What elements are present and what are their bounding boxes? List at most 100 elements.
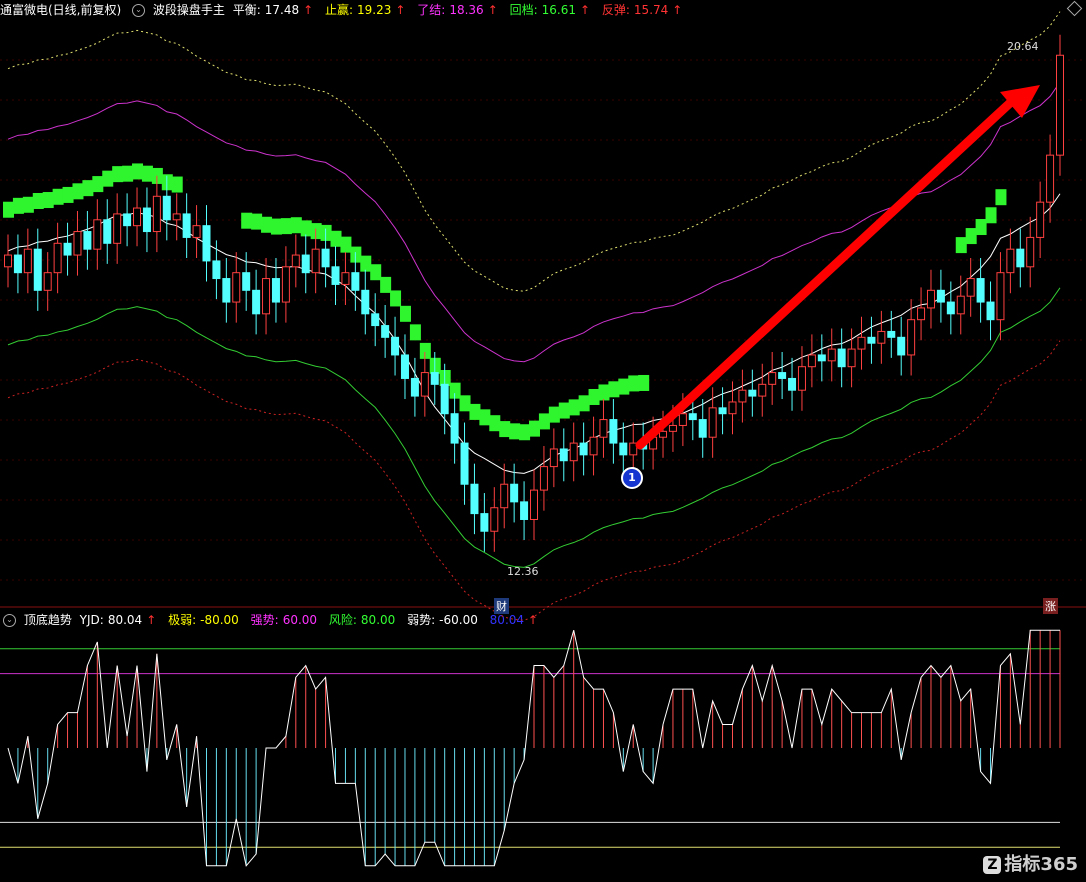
low-price-label: 12.36: [507, 565, 539, 578]
candle-body: [510, 483, 519, 503]
candle-body: [43, 272, 52, 291]
green-band-step: [300, 220, 312, 237]
band-upper-yellow: [7, 11, 1061, 292]
candle-body: [63, 242, 72, 256]
candle-body: [351, 272, 360, 291]
candle-body: [152, 195, 161, 233]
green-band-step: [985, 207, 997, 224]
green-band-step: [608, 381, 620, 398]
watermark-logo-icon: Z: [983, 856, 1002, 874]
candle-body: [1016, 248, 1025, 268]
green-band-step: [3, 201, 14, 218]
candle-body: [797, 366, 806, 391]
candle-body: [539, 466, 548, 491]
candle-body: [897, 336, 906, 356]
green-band-step: [280, 218, 292, 235]
green-band-step: [638, 374, 650, 391]
candle-body: [530, 489, 538, 520]
candle-body: [877, 330, 886, 344]
candle-body: [728, 401, 737, 415]
candle-body: [13, 254, 22, 274]
green-band-step: [360, 255, 372, 272]
candle-body: [857, 336, 866, 350]
green-band-step: [12, 197, 24, 214]
green-band-step: [290, 217, 302, 234]
candle-body: [678, 413, 687, 426]
green-band-step: [628, 375, 640, 392]
candle-body: [698, 419, 707, 438]
event-tag-rise[interactable]: 涨: [1043, 598, 1058, 614]
candle-body: [748, 389, 757, 397]
green-band-step: [618, 378, 630, 395]
candle-body: [480, 513, 489, 532]
green-band-step: [598, 384, 610, 401]
candle-body: [609, 419, 618, 444]
candle-body: [1056, 54, 1064, 156]
green-band-step: [588, 388, 600, 405]
candle-body: [202, 225, 211, 262]
candle-body: [936, 289, 945, 303]
green-band-step: [469, 403, 481, 420]
candle-body: [758, 383, 767, 397]
candle-body: [162, 195, 171, 221]
green-band-step: [499, 421, 511, 438]
band-upper-magenta: [7, 81, 1061, 363]
candle-body: [490, 507, 499, 532]
green-band-step: [171, 176, 183, 193]
candle-body: [83, 231, 92, 250]
candle-body: [341, 272, 350, 285]
candle-body: [688, 413, 697, 421]
candle-body: [986, 301, 995, 321]
candle-body: [23, 248, 32, 274]
candle-body: [996, 272, 1005, 321]
green-band-step: [519, 424, 531, 441]
candle-body: [311, 248, 320, 274]
event-tag-finance[interactable]: 财: [494, 598, 509, 614]
candle-body: [599, 419, 608, 438]
candle-body: [956, 295, 965, 315]
candle-body: [281, 266, 290, 303]
candle-body: [520, 501, 529, 520]
candle-body: [738, 389, 747, 403]
candle-body: [659, 430, 668, 438]
green-band-step: [32, 192, 44, 209]
candle-body: [887, 330, 896, 338]
green-band-step: [538, 413, 550, 430]
green-band-step: [568, 399, 580, 416]
candle-body: [381, 325, 390, 338]
green-band-step: [459, 395, 471, 412]
candle-body: [172, 213, 181, 221]
candle-body: [361, 289, 370, 315]
candle-body: [1006, 248, 1015, 274]
chart-canvas[interactable]: [0, 0, 1086, 882]
watermark: Z 指标365: [983, 850, 1078, 876]
candle-body: [321, 248, 330, 268]
candle-body: [569, 442, 578, 462]
candle-body: [847, 348, 856, 368]
green-band-step: [370, 264, 382, 281]
green-band-step: [529, 420, 540, 437]
candle-body: [53, 242, 62, 274]
candle-body: [113, 213, 122, 244]
candle-body: [917, 307, 926, 321]
candle-body: [103, 219, 112, 244]
candle-body: [242, 272, 251, 291]
green-band-step: [112, 166, 124, 183]
marker-1[interactable]: 1: [621, 467, 643, 489]
candle-body: [559, 448, 568, 462]
candle-body: [271, 278, 280, 303]
candle-body: [262, 278, 271, 315]
candle-body: [1036, 201, 1045, 238]
candle-body: [192, 225, 201, 238]
candle-body: [470, 483, 479, 515]
trend-arrow-shaft: [635, 98, 1015, 450]
green-band-step: [22, 196, 34, 213]
green-band-step: [390, 290, 402, 307]
candle-body: [331, 266, 340, 285]
green-band-step: [995, 189, 1007, 206]
high-price-label: 20.64: [1007, 40, 1039, 53]
green-band-step: [965, 228, 977, 245]
green-band-step: [92, 176, 104, 193]
green-band-step: [558, 402, 570, 419]
candle-body: [708, 407, 717, 438]
